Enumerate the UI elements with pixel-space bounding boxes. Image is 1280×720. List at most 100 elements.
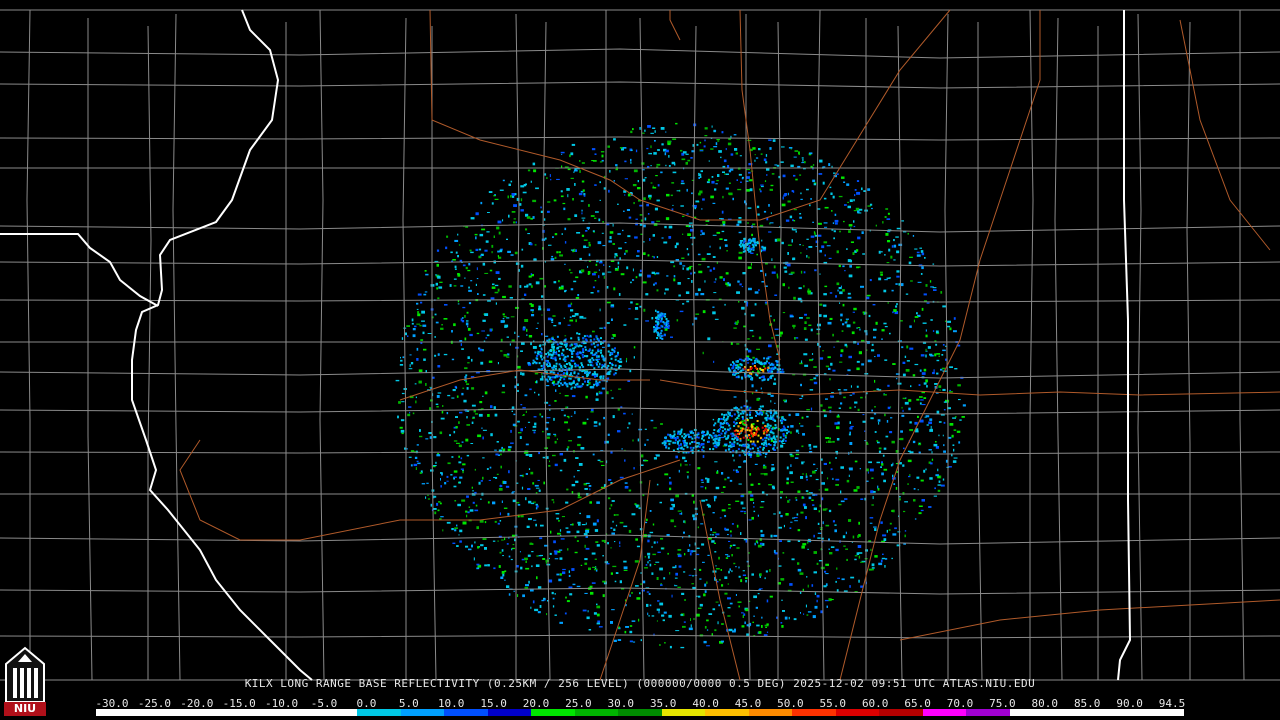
echo-pixel xyxy=(568,377,571,380)
echo-pixel xyxy=(422,331,425,335)
colorbar-segment xyxy=(183,709,227,716)
echo-pixel xyxy=(498,488,503,491)
echo-pixel xyxy=(806,317,810,319)
echo-pixel xyxy=(567,324,571,326)
echo-pixel xyxy=(552,357,555,360)
echo-pixel xyxy=(683,442,686,445)
echo-pixel xyxy=(746,168,751,171)
echo-pixel xyxy=(451,358,455,361)
echo-pixel xyxy=(692,446,695,449)
echo-pixel xyxy=(656,163,661,166)
echo-pixel xyxy=(932,330,935,332)
echo-pixel xyxy=(554,558,559,560)
echo-pixel xyxy=(504,326,507,328)
echo-pixel xyxy=(434,336,436,338)
echo-pixel xyxy=(542,456,545,459)
echo-pixel xyxy=(437,275,441,279)
colorbar-segment xyxy=(661,709,706,716)
echo-pixel xyxy=(727,476,730,479)
echo-pixel xyxy=(764,417,767,420)
echo-pixel xyxy=(663,611,667,614)
echo-pixel xyxy=(535,381,536,384)
echo-pixel xyxy=(661,237,664,239)
echo-pixel xyxy=(819,159,823,163)
echo-pixel xyxy=(930,425,932,429)
echo-pixel xyxy=(430,503,433,507)
echo-pixel xyxy=(752,440,755,443)
echo-pixel xyxy=(747,362,750,364)
echo-pixel xyxy=(579,512,581,515)
echo-pixel xyxy=(720,569,722,571)
echo-pixel xyxy=(741,427,744,430)
echo-pixel xyxy=(839,302,841,304)
echo-pixel xyxy=(788,286,790,289)
echo-pixel xyxy=(664,225,667,229)
echo-pixel xyxy=(790,164,794,167)
echo-pixel xyxy=(560,286,564,290)
echo-pixel xyxy=(596,544,600,547)
echo-pixel xyxy=(850,259,852,263)
echo-pixel xyxy=(541,295,544,298)
echo-pixel xyxy=(820,610,823,614)
echo-pixel xyxy=(774,294,778,296)
echo-pixel xyxy=(724,432,727,435)
echo-pixel xyxy=(551,354,554,357)
echo-pixel xyxy=(548,557,550,560)
echo-pixel xyxy=(571,491,574,494)
echo-pixel xyxy=(537,479,540,481)
echo-pixel xyxy=(738,566,740,569)
echo-pixel xyxy=(803,353,808,356)
echo-pixel xyxy=(877,441,880,444)
echo-pixel xyxy=(752,423,755,425)
echo-pixel xyxy=(570,309,574,312)
echo-pixel xyxy=(471,387,475,390)
echo-pixel xyxy=(680,463,682,467)
echo-pixel xyxy=(547,317,552,321)
echo-pixel xyxy=(456,524,458,527)
echo-pixel xyxy=(803,327,807,330)
echo-pixel xyxy=(809,204,811,207)
echo-pixel xyxy=(739,412,742,415)
echo-pixel xyxy=(523,452,527,454)
echo-pixel xyxy=(829,317,833,320)
echo-pixel xyxy=(840,349,844,353)
echo-pixel xyxy=(737,320,739,322)
echo-pixel xyxy=(456,395,459,398)
echo-pixel xyxy=(459,529,463,533)
echo-pixel xyxy=(535,523,537,527)
echo-pixel xyxy=(800,383,802,387)
echo-pixel xyxy=(573,475,575,478)
echo-pixel xyxy=(531,551,534,553)
echo-pixel xyxy=(446,412,449,415)
echo-pixel xyxy=(395,379,400,382)
echo-pixel xyxy=(840,354,843,357)
echo-pixel xyxy=(598,269,600,271)
echo-pixel xyxy=(527,421,531,423)
echo-pixel xyxy=(609,507,611,510)
echo-pixel xyxy=(596,605,601,609)
echo-pixel xyxy=(747,438,750,441)
echo-pixel xyxy=(512,544,515,546)
echo-pixel xyxy=(500,320,504,323)
echo-pixel xyxy=(454,268,457,270)
echo-pixel xyxy=(715,183,718,185)
echo-pixel xyxy=(594,184,597,186)
echo-pixel xyxy=(829,292,833,294)
echo-pixel xyxy=(755,389,758,392)
echo-pixel xyxy=(511,211,516,213)
echo-pixel xyxy=(536,555,539,557)
echo-pixel xyxy=(735,429,738,432)
echo-pixel xyxy=(769,222,774,224)
echo-pixel xyxy=(488,191,493,193)
echo-pixel xyxy=(653,152,657,155)
echo-pixel xyxy=(465,381,468,383)
echo-pixel xyxy=(547,210,550,213)
echo-pixel xyxy=(606,563,610,565)
echo-pixel xyxy=(439,502,442,505)
echo-pixel xyxy=(716,430,719,433)
echo-pixel xyxy=(619,545,621,547)
echo-pixel xyxy=(592,273,596,276)
echo-pixel xyxy=(854,555,858,557)
echo-pixel xyxy=(748,490,752,494)
echo-pixel xyxy=(857,327,861,329)
